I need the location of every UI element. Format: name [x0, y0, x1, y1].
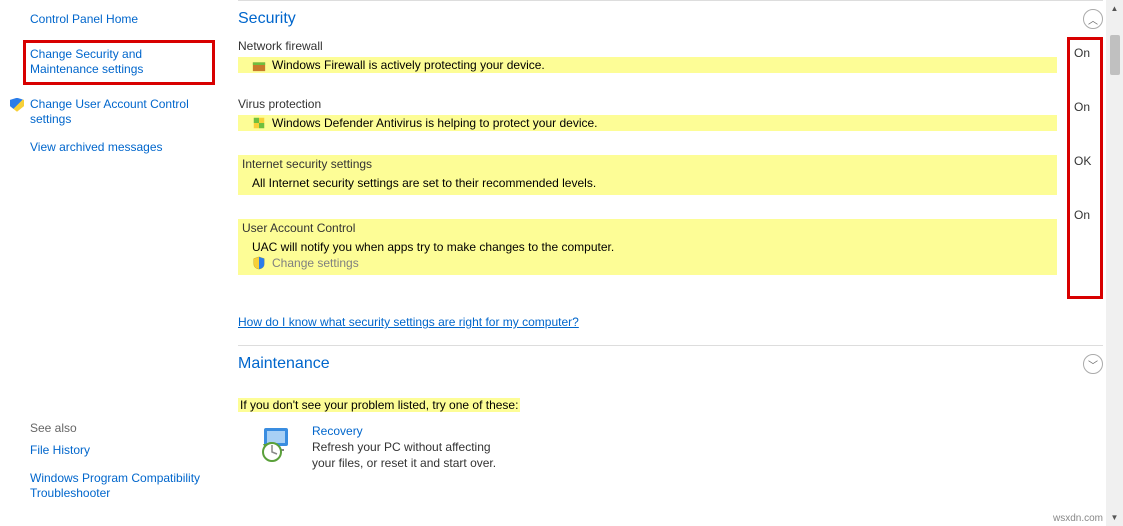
scroll-up-button[interactable]: ▲ [1106, 0, 1123, 17]
shield-icon [252, 256, 266, 270]
view-archived-link[interactable]: View archived messages [30, 140, 208, 156]
maintenance-title: Maintenance [238, 355, 330, 373]
main-content: Security ︿ Network firewall Windows Fire… [218, 0, 1123, 526]
item-desc: Windows Firewall is actively protecting … [238, 57, 1057, 73]
compatibility-troubleshooter-link[interactable]: Windows Program Compatibility Troublesho… [30, 471, 208, 502]
status-uac: On [1074, 208, 1096, 222]
virus-protection-item: Virus protection Windows Defender Antivi… [238, 97, 1057, 131]
item-desc: Windows Defender Antivirus is helping to… [238, 115, 1057, 131]
item-desc-text: Windows Defender Antivirus is helping to… [272, 116, 598, 130]
status-internet: OK [1074, 154, 1096, 168]
item-desc: All Internet security settings are set t… [238, 175, 1053, 191]
item-desc-text: UAC will notify you when apps try to mak… [252, 240, 614, 254]
file-history-link[interactable]: File History [30, 443, 208, 459]
security-section-header: Security ︿ [238, 0, 1103, 29]
scroll-down-button[interactable]: ▼ [1106, 509, 1123, 526]
security-title: Security [238, 10, 296, 28]
recovery-icon [258, 424, 298, 464]
recovery-row: Recovery Refresh your PC without affecti… [258, 424, 1103, 471]
sidebar-top: Control Panel Home Change Security and M… [30, 12, 208, 421]
security-help-link[interactable]: How do I know what security settings are… [238, 315, 579, 329]
item-label: Network firewall [238, 39, 323, 53]
item-label: Internet security settings [238, 157, 372, 171]
change-settings-link[interactable]: Change settings [272, 256, 359, 270]
security-rows: Network firewall Windows Firewall is act… [238, 39, 1103, 299]
bottom-hint: If you don't see your problem listed, tr… [238, 398, 520, 412]
scrollbar[interactable]: ▲ ▼ [1106, 0, 1123, 526]
chevron-down-icon: ﹀ [1088, 357, 1098, 372]
item-label: Virus protection [238, 97, 321, 111]
recovery-desc: Refresh your PC without affecting your f… [312, 440, 512, 471]
item-desc: UAC will notify you when apps try to mak… [238, 239, 1053, 255]
watermark: wsxdn.com [1053, 513, 1103, 524]
status-column: On On OK On [1067, 37, 1103, 299]
see-also-label: See also [30, 421, 208, 435]
internet-security-item: Internet security settings All Internet … [238, 155, 1057, 195]
security-items: Network firewall Windows Firewall is act… [238, 39, 1057, 299]
sidebar-bottom: See also File History Windows Program Co… [30, 421, 208, 514]
maintenance-section-header: Maintenance ﹀ [238, 345, 1103, 374]
expand-maintenance-button[interactable]: ﹀ [1083, 354, 1103, 374]
chevron-up-icon: ︿ [1088, 12, 1098, 27]
uac-item: User Account Control UAC will notify you… [238, 219, 1057, 275]
item-desc-text: All Internet security settings are set t… [252, 176, 596, 190]
status-firewall: On [1074, 46, 1096, 60]
defender-icon [252, 116, 266, 130]
status-virus: On [1074, 100, 1096, 114]
recovery-text: Recovery Refresh your PC without affecti… [312, 424, 512, 471]
scroll-thumb[interactable] [1110, 35, 1120, 75]
item-label: User Account Control [238, 221, 355, 235]
item-desc-text: Windows Firewall is actively protecting … [272, 58, 545, 72]
control-panel-home-link[interactable]: Control Panel Home [30, 12, 208, 28]
sidebar: Control Panel Home Change Security and M… [0, 0, 218, 526]
change-security-link[interactable]: Change Security and Maintenance settings [23, 40, 215, 85]
uac-change-row: Change settings [238, 255, 1053, 271]
firewall-icon [252, 58, 266, 72]
network-firewall-item: Network firewall Windows Firewall is act… [238, 39, 1057, 73]
recovery-link[interactable]: Recovery [312, 424, 512, 438]
change-uac-link[interactable]: Change User Account Control settings [30, 97, 208, 128]
collapse-security-button[interactable]: ︿ [1083, 9, 1103, 29]
